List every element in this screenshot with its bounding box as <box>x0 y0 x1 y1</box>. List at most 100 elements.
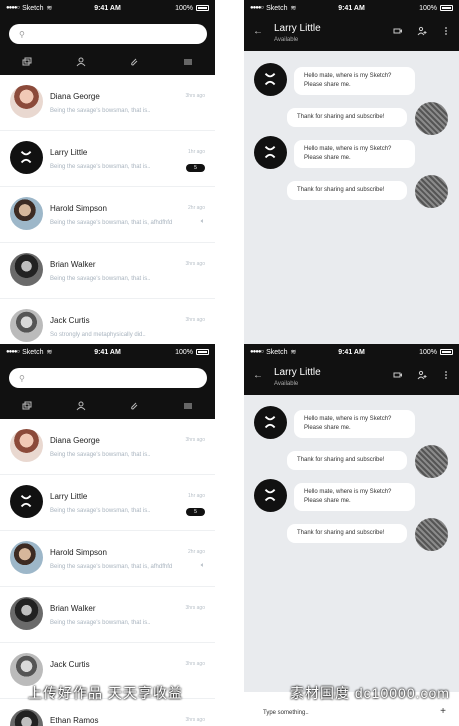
contact-row[interactable]: Brian Walker Being the savage's bowsman,… <box>0 587 215 643</box>
search-input[interactable]: ⚲ <box>9 24 207 44</box>
tab-menu[interactable] <box>173 393 203 419</box>
sender-avatar <box>254 479 287 512</box>
muted-icon: 🔈︎ <box>200 562 205 569</box>
attachment-icon <box>131 58 138 66</box>
contact-row[interactable]: Jack Curtis So strongly and metaphysical… <box>0 299 215 344</box>
status-bar: ●●●●○ Sketch ≋ 9:41 AM 100% <box>0 0 215 16</box>
chat-title: Larry Little <box>274 367 321 378</box>
menu-icon <box>184 59 193 65</box>
contact-row[interactable]: Larry Little Being the savage's bowsman,… <box>0 475 215 531</box>
message-time: 2hr ago <box>188 205 205 211</box>
message-time: 3hrs ago <box>185 605 205 611</box>
avatar <box>10 429 43 462</box>
chat-screen: ●●●●○ Sketch ≋ 9:41 AM 100% ← Larry Little… <box>244 0 459 344</box>
signal-icon: ●●●●○ <box>6 5 20 11</box>
contact-name: Diana George <box>50 92 100 101</box>
contact-row[interactable]: Harold Simpson Being the savage's bowsma… <box>0 187 215 243</box>
battery-label: 100% <box>175 4 193 12</box>
person-icon <box>76 57 86 67</box>
video-call-button[interactable] <box>393 26 403 36</box>
clock: 9:41 AM <box>338 4 365 12</box>
list-header: ⚲ <box>0 16 215 75</box>
avatar <box>10 541 43 574</box>
video-icon <box>393 28 402 34</box>
incoming-message: Hello mate, where is my Sketch? Please s… <box>294 483 415 511</box>
back-arrow-icon[interactable]: ← <box>253 26 263 37</box>
more-options-button[interactable] <box>441 370 451 380</box>
back-arrow-icon[interactable]: ← <box>253 370 263 381</box>
chat-status: Available <box>274 37 299 43</box>
contact-row[interactable]: Brian Walker Being the savage's bowsman,… <box>0 243 215 299</box>
avatar <box>10 253 43 286</box>
tab-contacts[interactable] <box>66 49 96 75</box>
chat-status: Available <box>274 381 299 387</box>
list-header: ⚲ <box>0 360 215 419</box>
incoming-message: Hello mate, where is my Sketch? Please s… <box>294 140 415 168</box>
clock: 9:41 AM <box>94 348 121 356</box>
message-preview: Being the savage's bowsman, that is.. <box>50 620 151 626</box>
sketch-logo-icon <box>21 495 32 508</box>
sketch-logo-icon <box>265 416 276 429</box>
contact-list-screen: ●●●●○ Sketch ≋ 9:41 AM 100% ⚲ Diana George… <box>0 0 215 344</box>
more-options-button[interactable] <box>441 26 451 36</box>
tab-contacts[interactable] <box>66 393 96 419</box>
message-time: 3hrs ago <box>185 317 205 323</box>
signal-icon: ●●●●○ <box>6 349 20 355</box>
contact-name: Brian Walker <box>50 604 96 613</box>
avatar <box>10 653 43 686</box>
contact-row[interactable]: Diana George Being the savage's bowsman,… <box>0 419 215 475</box>
signal-icon: ●●●●○ <box>250 349 264 355</box>
contact-row[interactable]: Diana George Being the savage's bowsman,… <box>0 75 215 131</box>
add-person-button[interactable] <box>417 26 427 36</box>
message-time: 3hrs ago <box>185 261 205 267</box>
sender-avatar <box>254 136 287 169</box>
message-time: 2hr ago <box>188 549 205 555</box>
watermark-right: 素材国度 dc10000.com <box>290 685 450 701</box>
more-icon <box>445 371 447 379</box>
person-icon <box>76 401 86 411</box>
avatar <box>10 197 43 230</box>
outgoing-message: Thank for sharing and subscribe! <box>287 524 407 543</box>
contact-name: Jack Curtis <box>50 316 90 325</box>
contact-name: Ethan Ramos <box>50 716 99 725</box>
contact-list-screen: ●●●●○ Sketch ≋ 9:41 AM 100% ⚲ Diana George… <box>0 344 215 726</box>
message-preview: Being the savage's bowsman, that is.. <box>50 276 151 282</box>
more-icon <box>445 27 447 35</box>
battery-label: 100% <box>419 4 437 12</box>
video-call-button[interactable] <box>393 370 403 380</box>
clock: 9:41 AM <box>94 4 121 12</box>
message-time: 1hr ago <box>188 149 205 155</box>
tab-menu[interactable] <box>173 49 203 75</box>
contact-row[interactable]: Harold Simpson Being the savage's bowsma… <box>0 531 215 587</box>
user-avatar <box>415 445 448 478</box>
attachment-icon <box>131 402 138 410</box>
contact-row[interactable]: Larry Little Being the savage's bowsman,… <box>0 131 215 187</box>
search-input[interactable]: ⚲ <box>9 368 207 388</box>
wifi-icon: ≋ <box>290 5 297 12</box>
tab-chats[interactable] <box>12 49 42 75</box>
contact-name: Harold Simpson <box>50 548 107 557</box>
avatar <box>10 85 43 118</box>
wifi-icon: ≋ <box>46 5 53 12</box>
tab-attachments[interactable] <box>119 49 149 75</box>
status-bar: ●●●●○ Sketch ≋ 9:41 AM 100% <box>0 344 215 360</box>
message-preview: Being the savage's bowsman, that is.. <box>50 508 151 514</box>
sketch-logo-icon <box>21 151 32 164</box>
clock: 9:41 AM <box>338 348 365 356</box>
message-input[interactable]: Type something.. <box>263 710 309 716</box>
message-preview: Being the savage's bowsman, that is.. <box>50 108 151 114</box>
unread-badge: 5 <box>186 508 205 516</box>
avatar <box>10 709 43 726</box>
chats-icon <box>22 401 32 410</box>
add-person-button[interactable] <box>417 370 427 380</box>
battery-icon <box>196 5 209 11</box>
battery-icon <box>440 5 453 11</box>
avatar <box>10 485 43 518</box>
tab-attachments[interactable] <box>119 393 149 419</box>
add-attachment-button[interactable]: + <box>440 706 446 717</box>
battery-icon <box>440 349 453 355</box>
battery-label: 100% <box>419 348 437 356</box>
chat-screen: ●●●●○ Sketch ≋ 9:41 AM 100% ← Larry Little… <box>244 344 459 726</box>
contact-row[interactable]: Ethan Ramos 3hrs ago <box>0 699 215 726</box>
tab-chats[interactable] <box>12 393 42 419</box>
